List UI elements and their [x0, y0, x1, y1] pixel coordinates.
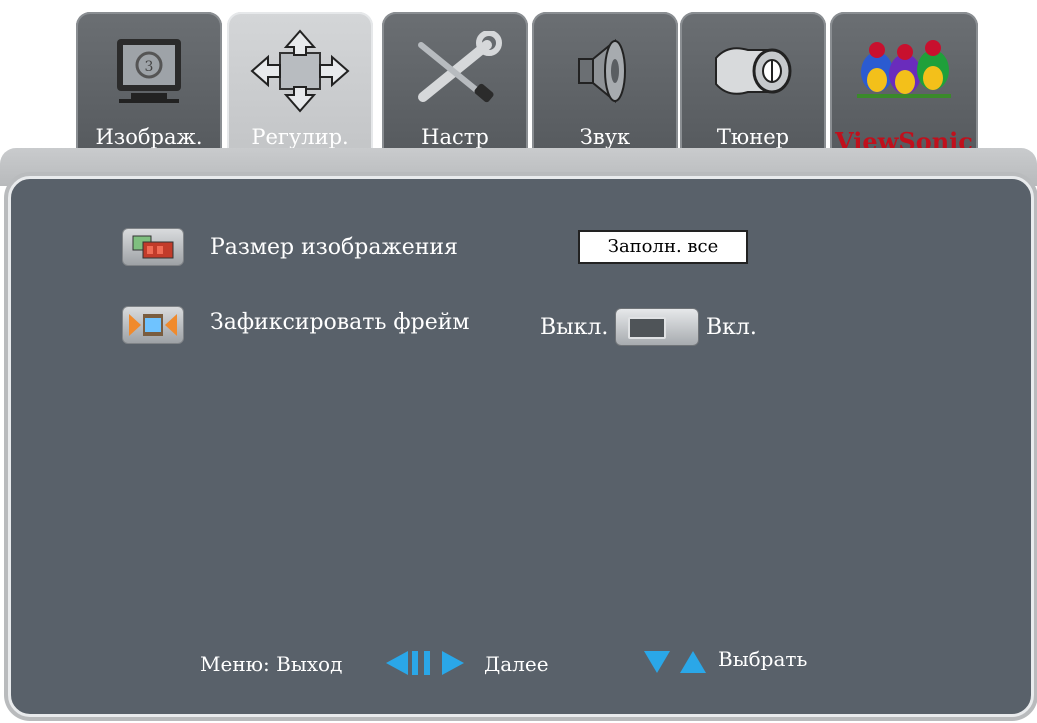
- tab-bar: 3 Изображ. Регулир. Настр Звук Тюнер Vie…: [0, 0, 1037, 162]
- freeze-frame-icon: [122, 306, 184, 344]
- left-right-arrows-icon: [386, 645, 466, 685]
- tab-picture[interactable]: 3 Изображ.: [76, 12, 222, 162]
- tab-tuner[interactable]: Тюнер: [680, 12, 826, 162]
- freeze-off-label: Выкл.: [540, 315, 609, 340]
- picture-size-icon: [122, 228, 184, 266]
- up-down-arrows-icon: [640, 643, 710, 687]
- freeze-frame-toggle[interactable]: [615, 308, 699, 346]
- setting-label-freeze-frame: Зафиксировать фрейм: [210, 310, 470, 335]
- tab-label: Настр: [421, 125, 489, 149]
- viewsonic-birds-logo: [830, 26, 978, 116]
- tab-label: Тюнер: [716, 125, 790, 149]
- setting-label-image-size: Размер изображения: [210, 235, 458, 260]
- tab-viewsonic[interactable]: ViewSonic: [830, 12, 978, 162]
- tv-monitor-icon: 3: [76, 26, 222, 116]
- tab-setup[interactable]: Настр: [382, 12, 528, 162]
- tab-adjust[interactable]: Регулир.: [227, 12, 373, 162]
- tuner-connector-icon: [680, 26, 826, 116]
- adjust-arrows-icon: [227, 26, 373, 116]
- svg-text:3: 3: [145, 59, 154, 75]
- toggle-knob: [628, 317, 666, 339]
- footer-next: Далее: [484, 652, 549, 676]
- tab-label: Регулир.: [251, 125, 349, 149]
- image-size-value[interactable]: Заполн. все: [578, 230, 748, 264]
- freeze-on-label: Вкл.: [706, 315, 757, 340]
- tab-label: Изображ.: [95, 125, 203, 149]
- tab-label: Звук: [579, 125, 631, 149]
- tools-wrench-screwdriver-icon: [382, 26, 528, 116]
- speaker-icon: [532, 26, 678, 116]
- footer-select: Выбрать: [718, 647, 808, 671]
- footer-menu-exit: Меню: Выход: [200, 652, 343, 676]
- tab-sound[interactable]: Звук: [532, 12, 678, 162]
